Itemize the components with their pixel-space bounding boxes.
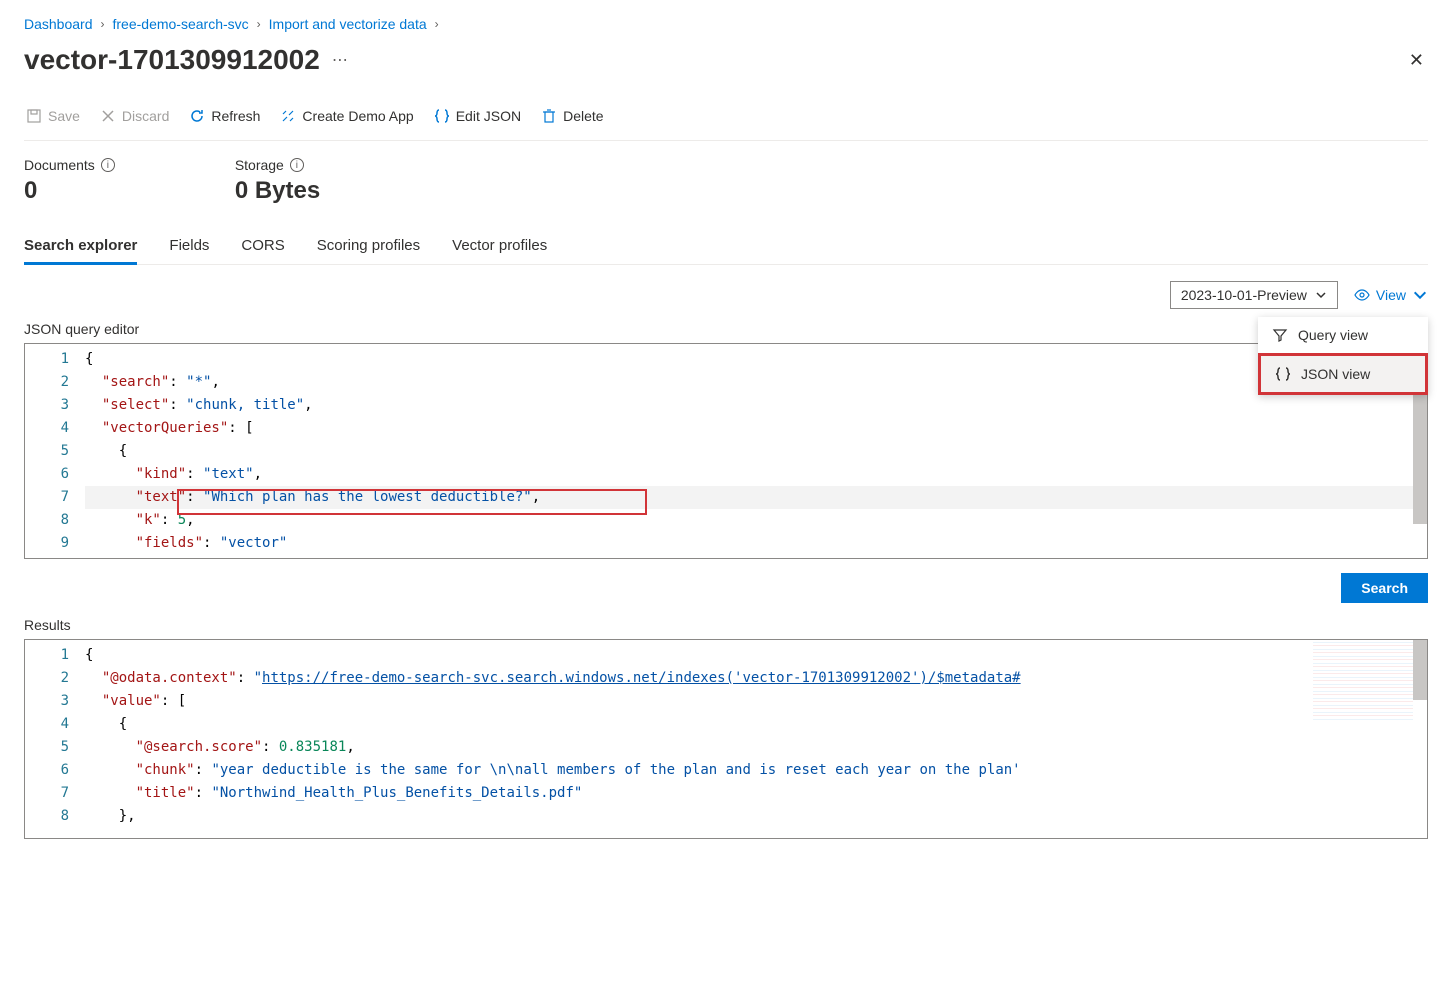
braces-icon [1275,366,1291,382]
view-menu: Query view JSON view [1258,317,1428,395]
info-icon[interactable]: i [290,158,304,172]
title-row: vector-1701309912002 ⋯ ✕ [24,40,1428,96]
tab-vector[interactable]: Vector profiles [452,229,547,264]
api-version-value: 2023-10-01-Preview [1181,287,1307,303]
breadcrumb-service[interactable]: free-demo-search-svc [113,16,249,32]
braces-icon [434,108,450,124]
tools-icon [280,108,296,124]
search-button-row: Search [24,559,1428,617]
filter-icon [1272,327,1288,343]
editor-code[interactable]: { "search": "*", "select": "chunk, title… [85,344,1427,559]
breadcrumb-dashboard[interactable]: Dashboard [24,16,93,32]
discard-icon [100,108,116,124]
refresh-button[interactable]: Refresh [187,104,262,128]
documents-label: Documents [24,157,95,173]
view-dropdown[interactable]: View [1354,287,1428,303]
discard-button: Discard [98,104,171,128]
editor-gutter: 123456789 [25,344,85,559]
tab-search-explorer[interactable]: Search explorer [24,229,137,264]
json-query-editor[interactable]: 123456789 { "search": "*", "select": "ch… [24,343,1428,559]
delete-button[interactable]: Delete [539,104,605,128]
trash-icon [541,108,557,124]
stats-row: Documents i 0 Storage i 0 Bytes [24,141,1428,229]
info-icon[interactable]: i [101,158,115,172]
save-icon [26,108,42,124]
refresh-icon [189,108,205,124]
scrollbar-thumb[interactable] [1413,640,1427,700]
results-label: Results [24,617,1428,633]
save-button: Save [24,104,82,128]
api-version-dropdown[interactable]: 2023-10-01-Preview [1170,281,1338,309]
breadcrumb: Dashboard › free-demo-search-svc › Impor… [24,0,1428,40]
chevron-right-icon: › [435,17,439,31]
storage-value: 0 Bytes [235,177,320,205]
chevron-down-icon [1412,287,1428,303]
tab-cors[interactable]: CORS [241,229,284,264]
stat-documents: Documents i 0 [24,157,115,205]
page-title: vector-1701309912002 [24,44,320,76]
tab-scoring[interactable]: Scoring profiles [317,229,420,264]
storage-label: Storage [235,157,284,173]
create-demo-button[interactable]: Create Demo App [278,104,415,128]
controls-row: 2023-10-01-Preview View Query view JSON … [24,265,1428,321]
edit-json-button[interactable]: Edit JSON [432,104,523,128]
toolbar: Save Discard Refresh Create Demo App Edi… [24,96,1428,141]
tabs: Search explorer Fields CORS Scoring prof… [24,229,1428,265]
chevron-down-icon [1315,289,1327,301]
menu-json-view[interactable]: JSON view [1258,353,1428,395]
more-actions-icon[interactable]: ⋯ [332,50,348,70]
eye-icon [1354,287,1370,303]
json-editor-label: JSON query editor [24,321,1428,337]
breadcrumb-import[interactable]: Import and vectorize data [269,16,427,32]
documents-value: 0 [24,177,115,205]
chevron-right-icon: › [101,17,105,31]
chevron-right-icon: › [257,17,261,31]
results-gutter: 12345678 [25,640,85,832]
close-icon[interactable]: ✕ [1405,46,1428,75]
view-label: View [1376,287,1406,303]
menu-query-view[interactable]: Query view [1258,317,1428,353]
results-code[interactable]: { "@odata.context": "https://free-demo-s… [85,640,1427,832]
results-editor[interactable]: 12345678 { "@odata.context": "https://fr… [24,639,1428,839]
tab-fields[interactable]: Fields [169,229,209,264]
stat-storage: Storage i 0 Bytes [235,157,320,205]
search-button[interactable]: Search [1341,573,1428,603]
